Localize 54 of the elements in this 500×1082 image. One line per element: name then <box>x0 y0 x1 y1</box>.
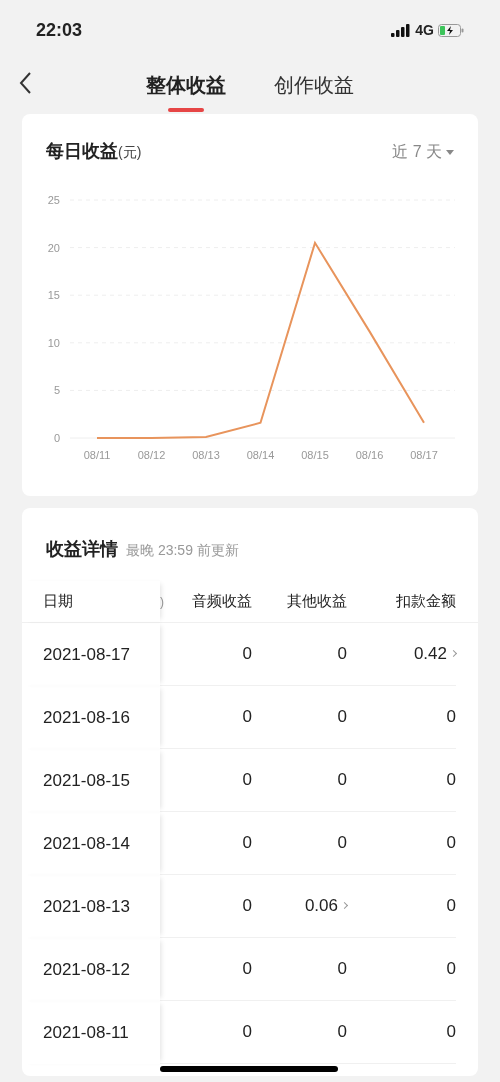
table-cell-text: 0 <box>241 958 252 981</box>
table-cell-text: 0 <box>336 706 347 729</box>
date-cell: 2021-08-11 <box>22 1001 160 1064</box>
table-cell-text: 0 <box>241 1021 252 1044</box>
date-cell: 2021-08-14 <box>22 812 160 875</box>
range-dropdown[interactable]: 近 7 天 <box>392 139 454 164</box>
date-cell: 2021-08-12 <box>22 938 160 1001</box>
x-tick-label: 08/15 <box>301 449 329 461</box>
date-cell: 2021-08-17 <box>22 623 160 686</box>
table-cell-text: 0 <box>445 706 456 729</box>
date-cell: 2021-08-15 <box>22 749 160 812</box>
x-tick-label: 08/17 <box>410 449 438 461</box>
date-cell: 2021-08-16 <box>22 686 160 749</box>
table-cell-text: 0 <box>445 958 456 981</box>
column-header: 日期 <box>22 581 160 622</box>
y-tick-label: 0 <box>53 432 60 444</box>
column-header: ) <box>160 593 165 611</box>
y-tick-label: 15 <box>47 289 60 302</box>
y-tick-label: 10 <box>47 336 60 349</box>
x-tick-label: 08/12 <box>137 449 166 461</box>
amount-link[interactable]: 0.42 <box>347 641 456 667</box>
table-cell-text: 0 <box>445 832 456 855</box>
table-cell-text: 0 <box>241 643 252 666</box>
table-cell-text: 0 <box>241 706 252 729</box>
x-tick-label: 08/16 <box>355 449 384 461</box>
y-tick-label: 5 <box>53 384 60 397</box>
x-tick-label: 08/13 <box>192 449 220 461</box>
card-title: 收益详情 <box>46 538 118 561</box>
column-header: 扣款金额 <box>395 591 456 612</box>
column-header: 音频收益 <box>191 591 252 612</box>
x-tick-label: 08/14 <box>246 449 275 461</box>
table-cell-text: 0 <box>445 895 456 918</box>
table-cell-text: 0 <box>336 958 347 981</box>
date-cell: 2021-08-13 <box>22 875 160 938</box>
table-cell-text: 0 <box>336 769 347 792</box>
update-note: 最晚 23:59 前更新 <box>126 541 239 560</box>
table-cell-text: 0 <box>336 832 347 855</box>
tab[interactable]: 整体收益 <box>146 72 226 112</box>
amount-link[interactable]: 0.06 <box>252 893 347 919</box>
table-cell-text: 0 <box>336 1021 347 1044</box>
column-header: 其他收益 <box>286 591 347 612</box>
x-tick-label: 08/11 <box>83 449 111 461</box>
tab[interactable]: 创作收益 <box>274 72 354 112</box>
y-tick-label: 20 <box>47 241 60 254</box>
table-cell-text: 0 <box>445 769 456 792</box>
table-cell-text: 0 <box>241 769 252 792</box>
card-title: 每日收益(元) <box>46 140 142 163</box>
table-cell-text: 0 <box>241 832 252 855</box>
table-cell-text: 0 <box>445 1021 456 1044</box>
status-time: 22:03 <box>36 18 83 42</box>
y-tick-label: 25 <box>47 194 60 206</box>
table-cell-text: 0 <box>336 643 347 666</box>
table-cell-text: 0 <box>241 895 252 918</box>
network-type: 4G <box>415 20 434 40</box>
